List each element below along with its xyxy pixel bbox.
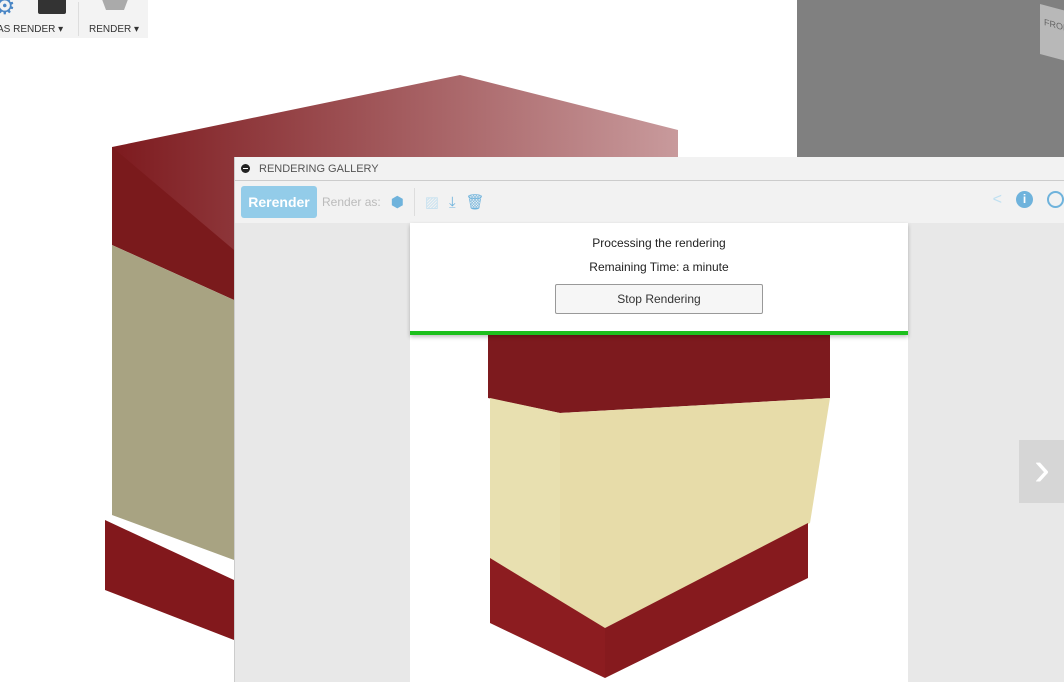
rerender-button[interactable]: Rerender — [241, 186, 317, 218]
set-background-icon[interactable]: ▨ — [425, 193, 439, 211]
ribbon-as-render[interactable]: AS RENDER ▾ — [0, 24, 63, 35]
rendering-gallery-panel: RENDERING GALLERY Rerender Render as: ⬢ … — [234, 157, 1064, 682]
divider — [413, 188, 415, 216]
zoom-icon[interactable] — [1047, 191, 1064, 208]
stop-rendering-button[interactable]: Stop Rendering — [555, 284, 763, 314]
download-icon[interactable]: ⤓ — [449, 194, 456, 211]
remaining-time: Remaining Time: a minute — [589, 260, 729, 274]
viewport-background-gray: FRONT — [797, 0, 1064, 157]
gear-icon[interactable]: ⚙ — [0, 0, 16, 21]
gallery-toolbar: Rerender Render as: ⬢ ▨ ⤓ 🗑 < i — [235, 181, 1064, 223]
progress-status: Processing the rendering — [592, 236, 726, 250]
toolbar-ribbon: ⚙ AS RENDER ▾ RENDER ▾ — [0, 0, 148, 38]
render-as-label: Render as: — [322, 195, 381, 209]
share-icon[interactable]: < — [993, 191, 1002, 209]
collapse-icon[interactable] — [241, 164, 250, 173]
render-as-cube-icon[interactable]: ⬢ — [391, 193, 404, 211]
gallery-title: RENDERING GALLERY — [259, 162, 379, 175]
render-icon[interactable] — [100, 0, 130, 10]
next-image-button[interactable]: › — [1019, 440, 1064, 503]
save-image-icon[interactable] — [38, 0, 66, 14]
trash-icon[interactable]: 🗑 — [466, 193, 485, 211]
viewcube[interactable]: FRONT — [1040, 3, 1064, 63]
info-icon[interactable]: i — [1016, 191, 1033, 208]
render-progress-popup: Processing the rendering Remaining Time:… — [410, 223, 908, 335]
ribbon-render[interactable]: RENDER ▾ — [89, 24, 139, 35]
divider — [78, 2, 79, 36]
gallery-title-bar: RENDERING GALLERY — [235, 157, 1064, 181]
